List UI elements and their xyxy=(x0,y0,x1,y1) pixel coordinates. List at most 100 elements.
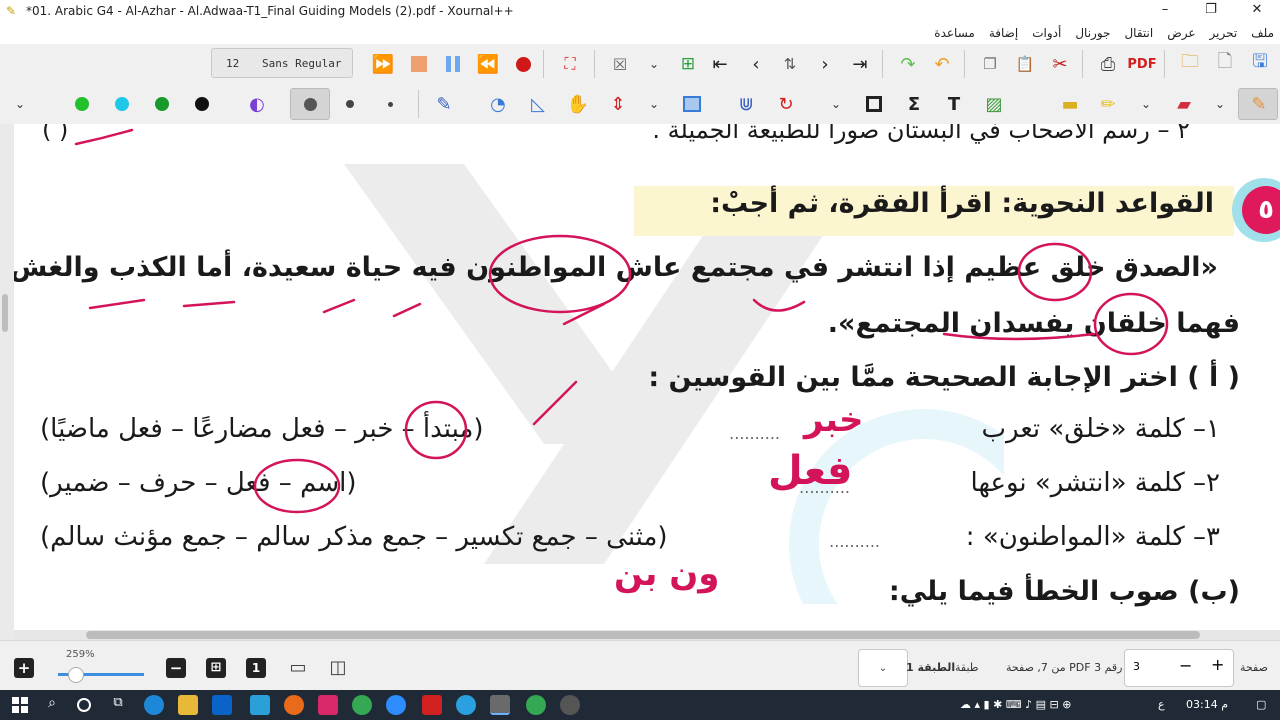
fullscreen-icon[interactable]: ⛶ xyxy=(558,52,582,76)
cut-icon[interactable]: ✂ xyxy=(1048,52,1072,76)
hand-tool-icon[interactable]: ✋ xyxy=(566,92,590,116)
text-tool-icon[interactable]: T xyxy=(942,92,966,116)
edge-browser-icon[interactable] xyxy=(144,695,164,715)
color-black-swatch[interactable] xyxy=(195,97,209,111)
restore-button[interactable]: ❐ xyxy=(1188,0,1234,22)
export-pdf-icon[interactable]: PDF xyxy=(1127,52,1156,76)
image-tool-icon[interactable]: ▨ xyxy=(982,92,1006,116)
zoom-100-button[interactable]: 1 xyxy=(246,658,266,678)
copy-icon[interactable]: ❐ xyxy=(978,52,1002,76)
input-language[interactable]: ع xyxy=(1158,698,1165,711)
chevron-down-icon[interactable]: ⌄ xyxy=(642,92,666,116)
clock[interactable]: 03:14 م xyxy=(1186,698,1228,711)
menu-journal[interactable]: جورنال xyxy=(1075,26,1110,40)
zoom-out-button[interactable]: − xyxy=(166,658,186,678)
new-document-icon[interactable]: 🗋 xyxy=(1213,51,1237,76)
page-number-input[interactable]: 3 xyxy=(1133,660,1140,673)
chrome-icon[interactable] xyxy=(352,695,372,715)
rectangle-tool-icon[interactable] xyxy=(862,92,886,116)
last-page-icon[interactable]: ⇥ xyxy=(848,52,872,76)
undo-icon[interactable]: ↶ xyxy=(930,52,954,76)
redo-icon[interactable]: ↷ xyxy=(896,52,920,76)
rewind-icon[interactable]: ⏪ xyxy=(476,52,500,76)
xournal-taskbar-icon[interactable] xyxy=(490,695,510,715)
zoom-app-icon[interactable] xyxy=(386,695,406,715)
shape-recognizer-icon[interactable]: ✎ xyxy=(432,92,456,116)
stop-icon[interactable] xyxy=(407,52,431,76)
page-decrement-button[interactable]: − xyxy=(1179,656,1192,675)
chevron-down-icon[interactable]: ⌄ xyxy=(1208,92,1232,116)
thick-stroke-button[interactable] xyxy=(290,88,330,120)
mail-icon[interactable] xyxy=(250,695,270,715)
zoom-slider-handle[interactable] xyxy=(68,667,84,683)
fast-forward-icon[interactable]: ⏩ xyxy=(371,52,395,76)
close-button[interactable]: ✕ xyxy=(1234,0,1280,22)
eraser-tool-icon[interactable]: ▰ xyxy=(1172,92,1196,116)
vertical-space-icon[interactable]: ⇕ xyxy=(606,92,630,116)
pen-tool-button[interactable]: ✎ xyxy=(1238,88,1278,120)
goto-page-icon[interactable]: ⇅ xyxy=(778,52,802,76)
menu-plugin[interactable]: إضافة xyxy=(989,26,1018,40)
task-view-icon[interactable]: ⧉ xyxy=(108,695,128,715)
setsquare-icon[interactable]: ◺ xyxy=(526,92,550,116)
chevron-down-icon[interactable]: ⌄ xyxy=(642,52,666,76)
menu-file[interactable]: ملف xyxy=(1251,26,1274,40)
font-selector[interactable]: 12 Sans Regular xyxy=(211,48,353,78)
select-rect-icon[interactable] xyxy=(680,92,704,116)
menu-tools[interactable]: أدوات xyxy=(1032,26,1061,40)
chrome-icon-2[interactable] xyxy=(526,695,546,715)
windows-start-icon[interactable] xyxy=(10,695,30,715)
presentation-mode-icon[interactable]: ▭ xyxy=(286,655,310,679)
media-app-icon[interactable] xyxy=(318,695,338,715)
menu-edit[interactable]: تحرير xyxy=(1210,26,1238,40)
layer-dropdown[interactable]: ⌄ xyxy=(858,649,908,687)
pdf-reader-icon[interactable] xyxy=(422,695,442,715)
color-cyan-swatch[interactable] xyxy=(115,97,129,111)
telegram-icon[interactable] xyxy=(456,695,476,715)
magnet-icon[interactable]: ⋓ xyxy=(734,92,758,116)
highlighter-tool-icon[interactable]: ▬ xyxy=(1058,92,1082,116)
vertical-scrollbar[interactable] xyxy=(2,294,8,332)
zoom-in-button[interactable]: + xyxy=(14,658,34,678)
firefox-icon[interactable] xyxy=(284,695,304,715)
cortana-icon[interactable] xyxy=(74,695,94,715)
page-increment-button[interactable]: + xyxy=(1211,655,1224,674)
pencil-tool-icon[interactable]: ✏ xyxy=(1096,92,1120,116)
color-green-dark-swatch[interactable] xyxy=(155,97,169,111)
minimize-button[interactable]: – xyxy=(1142,0,1188,22)
menu-view[interactable]: عرض xyxy=(1167,26,1195,40)
chevron-down-icon[interactable]: ⌄ xyxy=(8,92,32,116)
menu-navigate[interactable]: انتقال xyxy=(1124,26,1153,40)
search-icon[interactable]: ⌕ xyxy=(42,695,62,715)
page-spinner[interactable]: 3 − + xyxy=(1124,649,1234,687)
color-green-bright-swatch[interactable] xyxy=(75,97,89,111)
store-icon[interactable] xyxy=(212,695,232,715)
next-page-icon[interactable]: › xyxy=(813,52,837,76)
insert-page-icon[interactable]: ⊞ xyxy=(676,52,700,76)
record-icon[interactable] xyxy=(511,52,535,76)
chevron-down-icon[interactable]: ⌄ xyxy=(1134,92,1158,116)
refresh-icon[interactable]: ↻ xyxy=(774,92,798,116)
obs-icon[interactable] xyxy=(560,695,580,715)
horizontal-scrollbar[interactable] xyxy=(86,631,1200,639)
previous-page-icon[interactable]: ‹ xyxy=(744,52,768,76)
pause-icon[interactable] xyxy=(441,52,465,76)
latex-sigma-icon[interactable]: Σ xyxy=(902,92,926,116)
chevron-down-icon[interactable]: ⌄ xyxy=(824,92,848,116)
notification-icon[interactable]: ▢ xyxy=(1256,698,1266,711)
tray-icons[interactable]: ☁ ▴ ▮ ✱ ⌨ ♪ ▤ ⊟ ⊕ xyxy=(960,698,1072,711)
document-canvas[interactable]: ٢ – رسم الأصحاب في البستان صورا للطبيعة … xyxy=(0,124,1280,640)
medium-stroke-icon[interactable] xyxy=(346,100,354,108)
menu-help[interactable]: مساعدة xyxy=(934,26,975,40)
file-explorer-icon[interactable] xyxy=(178,695,198,715)
protractor-icon[interactable]: ◔ xyxy=(486,92,510,116)
dual-page-icon[interactable]: ◫ xyxy=(326,655,350,679)
save-icon[interactable]: 🖫 xyxy=(1248,51,1272,76)
open-folder-icon[interactable]: 🗀 xyxy=(1178,51,1202,76)
print-icon[interactable]: ⎙ xyxy=(1096,52,1120,76)
first-page-icon[interactable]: ⇤ xyxy=(708,52,732,76)
custom-color-icon[interactable]: ◐ xyxy=(245,92,269,116)
paste-icon[interactable]: 📋 xyxy=(1013,52,1037,76)
delete-page-icon[interactable]: ☒ xyxy=(608,52,632,76)
thin-stroke-icon[interactable] xyxy=(388,102,393,107)
